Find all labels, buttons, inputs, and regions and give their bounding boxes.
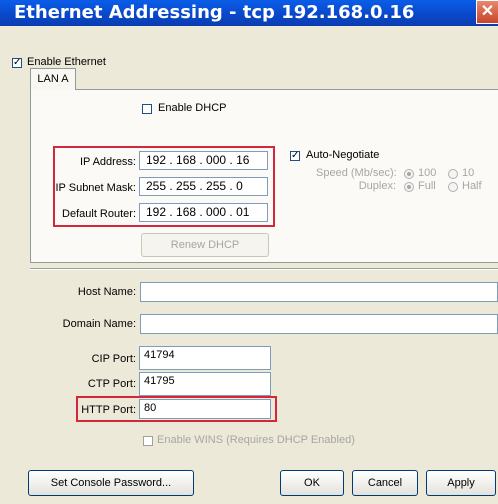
tab-lan-a-label: LAN A (37, 73, 69, 85)
enable-dhcp-label: Enable DHCP (158, 102, 227, 114)
speed-10-label: 10 (462, 167, 475, 179)
ip-address-label: IP Address: (79, 156, 136, 168)
set-console-password-button[interactable]: Set Console Password... (28, 470, 194, 496)
duplex-label: Duplex: (358, 180, 396, 192)
speed-100-radio[interactable] (404, 169, 414, 179)
window-title-bar[interactable]: Ethernet Addressing - tcp 192.168.0.16 (0, 0, 498, 26)
host-name-field[interactable] (140, 282, 498, 302)
enable-ethernet-checkbox[interactable]: ✓ (12, 58, 22, 68)
speed-100-label: 100 (418, 167, 437, 179)
domain-name-label: Domain Name: (62, 318, 136, 330)
window-title: Ethernet Addressing - tcp 192.168.0.16 (14, 2, 415, 23)
apply-button[interactable]: Apply (426, 470, 496, 496)
duplex-full-radio[interactable] (404, 182, 414, 192)
default-router-label: Default Router: (62, 208, 136, 220)
speed-label: Speed (Mb/sec): (316, 167, 397, 179)
domain-name-field[interactable] (140, 314, 498, 334)
enable-wins-checkbox[interactable] (143, 436, 153, 446)
auto-negotiate-label: Auto-Negotiate (306, 149, 380, 161)
renew-dhcp-button[interactable]: Renew DHCP (141, 233, 269, 257)
enable-wins-label: Enable WINS (Requires DHCP Enabled) (157, 434, 355, 446)
tab-lan-a[interactable]: LAN A (30, 68, 76, 90)
auto-negotiate-checkbox[interactable]: ✓ (290, 151, 300, 161)
http-port-field[interactable]: 80 (139, 399, 271, 419)
cancel-button[interactable]: Cancel (352, 470, 418, 496)
duplex-full-label: Full (418, 180, 436, 192)
ip-address-field[interactable]: 192 . 168 . 000 . 16 (139, 151, 268, 170)
subnet-mask-label: IP Subnet Mask: (55, 182, 136, 194)
section-divider (30, 268, 498, 270)
duplex-half-label: Half (462, 180, 482, 192)
enable-dhcp-checkbox[interactable] (142, 104, 152, 114)
cip-port-field[interactable]: 41794 (139, 346, 271, 370)
subnet-mask-field[interactable]: 255 . 255 . 255 . 0 (139, 177, 268, 196)
default-router-field[interactable]: 192 . 168 . 000 . 01 (139, 203, 268, 222)
host-name-label: Host Name: (77, 286, 136, 298)
http-port-label: HTTP Port: (81, 404, 136, 416)
close-icon[interactable]: ✕ (476, 0, 498, 24)
enable-ethernet-label: Enable Ethernet (27, 56, 106, 68)
ctp-port-field[interactable]: 41795 (139, 372, 271, 396)
ok-button[interactable]: OK (280, 470, 344, 496)
duplex-half-radio[interactable] (448, 182, 458, 192)
cip-port-label: CIP Port: (91, 353, 136, 365)
speed-10-radio[interactable] (448, 169, 458, 179)
ctp-port-label: CTP Port: (87, 378, 136, 390)
